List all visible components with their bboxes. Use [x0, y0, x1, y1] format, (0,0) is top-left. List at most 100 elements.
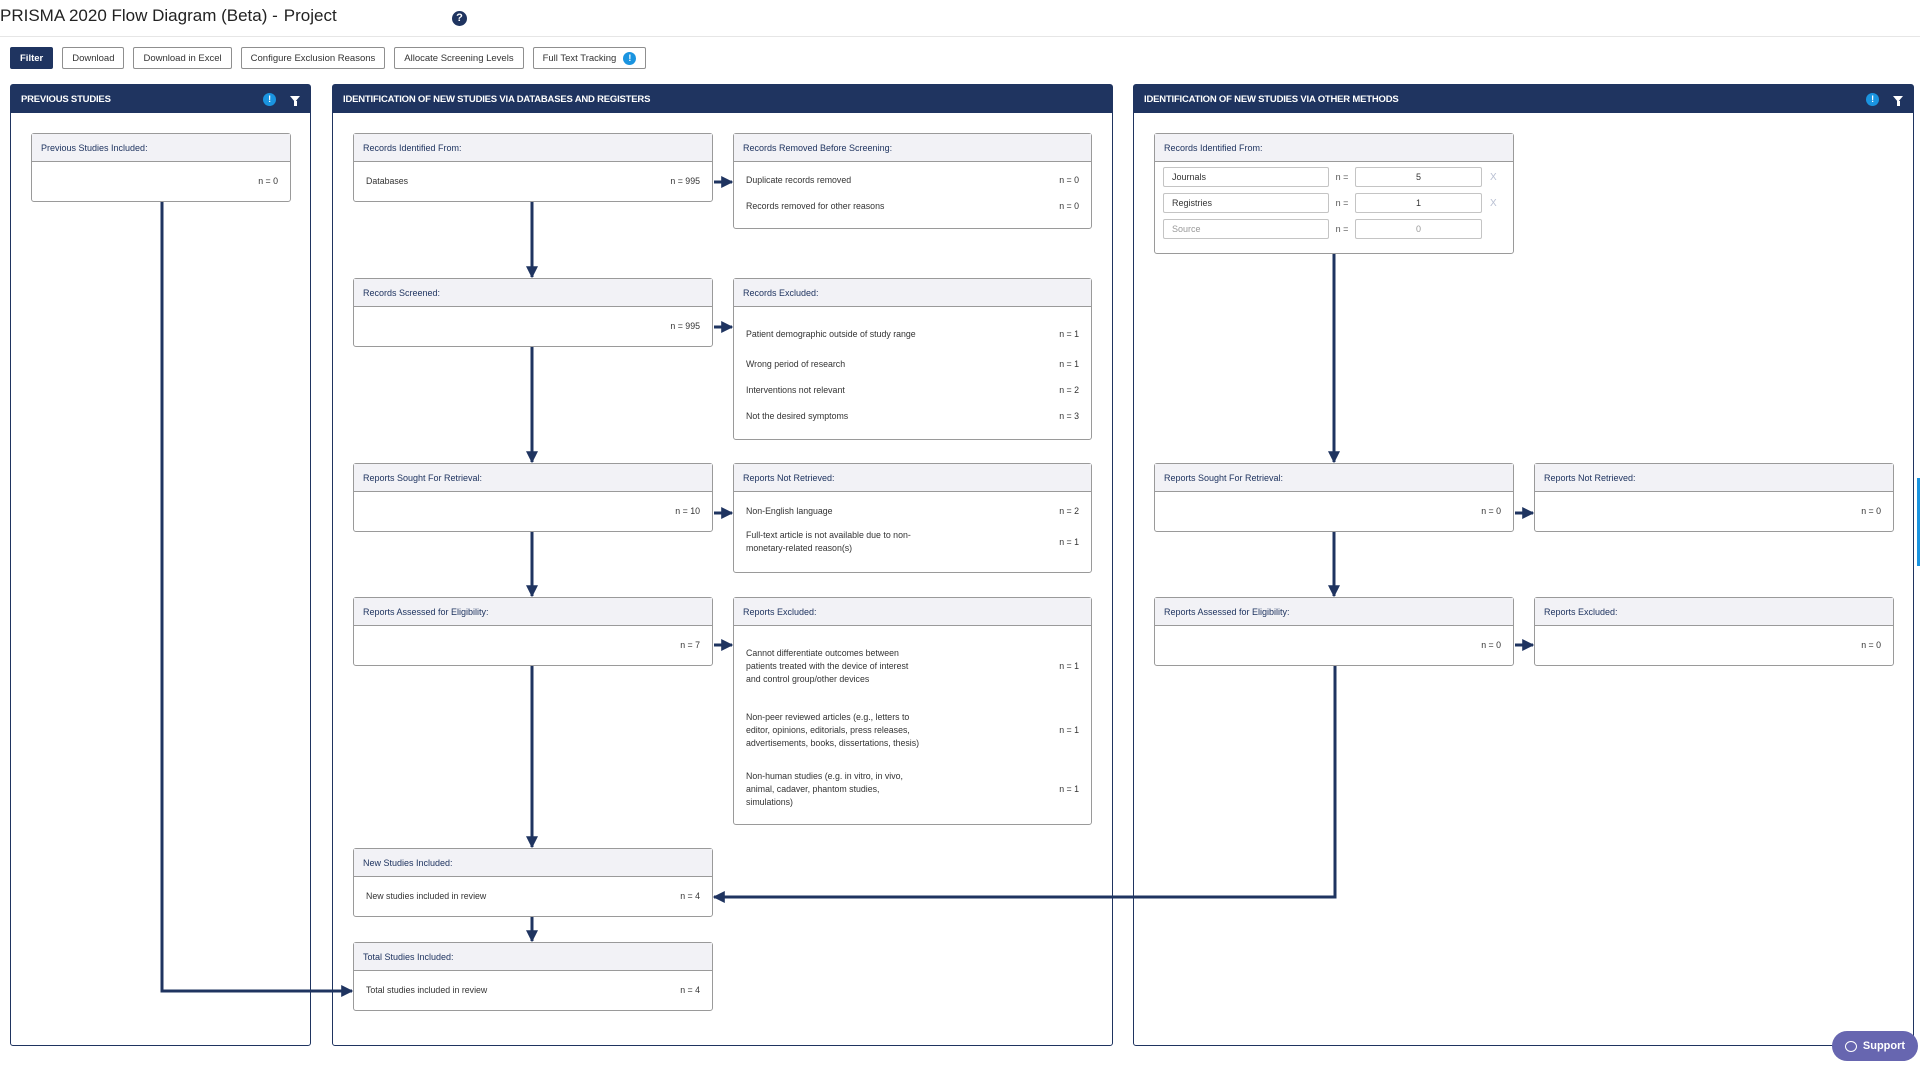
source-count-input[interactable] — [1355, 193, 1482, 213]
row-label: Non-peer reviewed articles (e.g., letter… — [746, 711, 920, 748]
chat-icon — [1844, 1040, 1857, 1052]
panel-header: PREVIOUS STUDIES ! — [11, 85, 310, 113]
filter-icon[interactable] — [290, 96, 300, 106]
list-item: Duplicate records removed n = 0 — [746, 167, 1079, 193]
source-count-input[interactable] — [1355, 167, 1482, 187]
reports-excluded-box: Reports Excluded: Cannot differentiate o… — [733, 597, 1092, 825]
records-excluded-box: Records Excluded: Patient demographic ou… — [733, 278, 1092, 440]
box-title: Records Identified From: — [1155, 134, 1513, 162]
count: n = 1 — [1059, 661, 1079, 671]
other-reports-sought-box: Reports Sought For Retrieval: n = 0 — [1154, 463, 1514, 532]
count: n = 0 — [1861, 640, 1881, 650]
row-label: Records removed for other reasons — [746, 200, 885, 211]
row-label: Not the desired symptoms — [746, 410, 849, 421]
total-studies-included-box: Total Studies Included: Total studies in… — [353, 942, 713, 1011]
list-item: Patient demographic outside of study ran… — [746, 317, 1079, 351]
source-name-input[interactable] — [1163, 193, 1329, 213]
new-source-count-input[interactable] — [1355, 219, 1482, 239]
count: n = 10 — [675, 506, 700, 516]
count: n = 995 — [670, 321, 700, 331]
support-button[interactable]: Support — [1832, 1031, 1918, 1061]
count: n = 1 — [1059, 725, 1079, 735]
count: n = 0 — [1059, 201, 1079, 211]
list-item: Records removed for other reasons n = 0 — [746, 193, 1079, 219]
list-item: Cannot differentiate outcomes between pa… — [746, 635, 1079, 697]
page-title-text: PRISMA 2020 Flow Diagram (Beta) - — [0, 6, 278, 25]
box-title: Reports Not Retrieved: — [734, 464, 1091, 492]
box-title: Reports Assessed for Eligibility: — [1155, 598, 1513, 626]
panel-header: IDENTIFICATION OF NEW STUDIES VIA DATABA… — [333, 85, 1112, 113]
reports-assessed-box: Reports Assessed for Eligibility: n = 7 — [353, 597, 713, 666]
header-divider — [0, 36, 1920, 37]
row-label: Full-text article is not available due t… — [746, 530, 911, 553]
count: n = 1 — [1059, 329, 1079, 339]
row-label: Total studies included in review — [366, 984, 488, 995]
previous-studies-panel: PREVIOUS STUDIES ! — [10, 84, 311, 1046]
reports-sought-box: Reports Sought For Retrieval: n = 10 — [353, 463, 713, 532]
remove-source-button[interactable]: X — [1490, 198, 1497, 209]
other-reports-excluded-box: Reports Excluded: n = 0 — [1534, 597, 1894, 666]
records-removed-box: Records Removed Before Screening: Duplic… — [733, 133, 1092, 229]
count: n = 4 — [680, 985, 700, 995]
panel-header: IDENTIFICATION OF NEW STUDIES VIA OTHER … — [1134, 85, 1913, 113]
list-item: Non-human studies (e.g. in vitro, in viv… — [746, 763, 1079, 815]
row-label: Databases — [366, 175, 409, 186]
download-excel-button[interactable]: Download in Excel — [133, 47, 232, 69]
page-title: PRISMA 2020 Flow Diagram (Beta) - Project — [0, 6, 337, 26]
panel-title: IDENTIFICATION OF NEW STUDIES VIA OTHER … — [1144, 93, 1399, 105]
full-text-tracking-label: Full Text Tracking — [542, 52, 617, 64]
records-identified-box: Records Identified From: Databases n = 9… — [353, 133, 713, 202]
n-equals-label: n = — [1335, 198, 1349, 208]
configure-exclusion-reasons-button[interactable]: Configure Exclusion Reasons — [240, 47, 386, 69]
count: n = 3 — [1059, 411, 1079, 421]
count: n = 0 — [1059, 175, 1079, 185]
info-icon[interactable]: ! — [263, 92, 276, 106]
box-title: Records Identified From: — [354, 134, 712, 162]
allocate-screening-levels-button[interactable]: Allocate Screening Levels — [394, 47, 524, 69]
other-reports-assessed-box: Reports Assessed for Eligibility: n = 0 — [1154, 597, 1514, 666]
row-label: Duplicate records removed — [746, 174, 852, 185]
box-title: Previous Studies Included: — [32, 134, 290, 162]
download-button[interactable]: Download — [62, 47, 125, 69]
list-item: Interventions not relevant n = 2 — [746, 377, 1079, 403]
box-title: Reports Excluded: — [734, 598, 1091, 626]
count: n = 0 — [258, 176, 278, 186]
help-icon[interactable]: ? — [452, 11, 467, 26]
source-row: n = X — [1163, 192, 1513, 214]
list-item: Databases n = 995 — [366, 162, 700, 200]
count: n = 995 — [670, 176, 700, 186]
count: n = 2 — [1059, 506, 1079, 516]
count: n = 0 — [1481, 506, 1501, 516]
count: n = 1 — [1059, 359, 1079, 369]
list-item: Non-English language n = 2 — [746, 498, 1079, 524]
panel-title: PREVIOUS STUDIES — [21, 93, 111, 105]
box-title: Total Studies Included: — [354, 943, 712, 971]
count: n = 2 — [1059, 385, 1079, 395]
row-label: Wrong period of research — [746, 358, 846, 369]
remove-source-button[interactable]: X — [1490, 172, 1497, 183]
row-label: Non-human studies (e.g. in vitro, in viv… — [746, 770, 903, 807]
support-label: Support — [1862, 1040, 1906, 1052]
project-name: Project — [283, 6, 337, 25]
other-reports-not-retrieved-box: Reports Not Retrieved: n = 0 — [1534, 463, 1894, 532]
box-title: Records Screened: — [354, 279, 712, 307]
count: n = 0 — [1861, 506, 1881, 516]
new-source-row: n = — [1163, 218, 1513, 240]
box-title: Reports Assessed for Eligibility: — [354, 598, 712, 626]
info-icon[interactable]: ! — [1866, 92, 1879, 106]
full-text-tracking-button[interactable]: Full Text Tracking ! — [532, 47, 647, 69]
records-screened-box: Records Screened: n = 995 — [353, 278, 713, 347]
new-source-name-input[interactable] — [1163, 219, 1329, 239]
filter-icon[interactable] — [1893, 96, 1903, 106]
box-title: Reports Excluded: — [1535, 598, 1893, 626]
n-equals-label: n = — [1335, 224, 1349, 234]
other-records-identified-box: Records Identified From: n = X n = X n = — [1154, 133, 1514, 254]
source-name-input[interactable] — [1163, 167, 1329, 187]
toolbar: Filter Download Download in Excel Config… — [10, 47, 647, 69]
box-title: Reports Not Retrieved: — [1535, 464, 1893, 492]
source-row: n = X — [1163, 166, 1513, 188]
row-label: Non-English language — [746, 505, 833, 516]
box-title: New Studies Included: — [354, 849, 712, 877]
filter-button[interactable]: Filter — [10, 47, 54, 69]
row-label: Patient demographic outside of study ran… — [746, 328, 916, 339]
